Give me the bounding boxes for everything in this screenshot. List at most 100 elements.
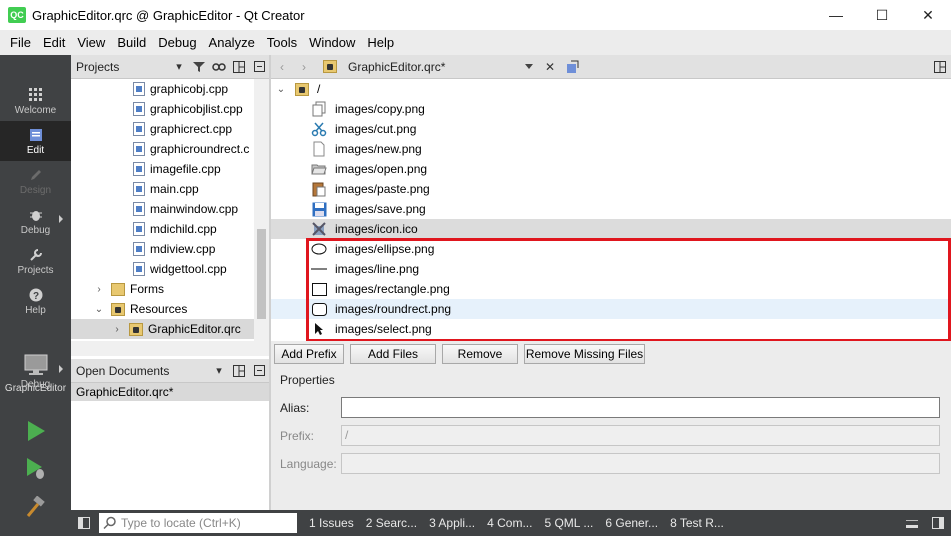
chevron-down-icon[interactable]: ▾ bbox=[209, 361, 229, 381]
open-document-item[interactable]: GraphicEditor.qrc* bbox=[71, 383, 269, 401]
chevron-right-icon[interactable]: › bbox=[91, 284, 107, 295]
menu-build[interactable]: Build bbox=[111, 35, 152, 50]
menu-help[interactable]: Help bbox=[361, 35, 400, 50]
output-pane-search[interactable]: 2 Searc... bbox=[366, 516, 417, 530]
prefix-row[interactable]: ⌄ / bbox=[271, 79, 951, 99]
resource-item-new[interactable]: images/new.png bbox=[271, 139, 951, 159]
resource-label: images/new.png bbox=[335, 142, 422, 156]
mode-projects[interactable]: Projects bbox=[0, 241, 71, 281]
resource-item-paste[interactable]: images/paste.png bbox=[271, 179, 951, 199]
new-file-icon bbox=[311, 141, 327, 157]
menu-window[interactable]: Window bbox=[303, 35, 361, 50]
project-tree-vscrollbar[interactable] bbox=[254, 79, 269, 341]
language-input[interactable] bbox=[341, 453, 940, 474]
tree-folder-forms[interactable]: › Forms bbox=[71, 279, 254, 299]
resource-item-icon[interactable]: images/icon.ico bbox=[271, 219, 951, 239]
kit-selector[interactable]: Debug bbox=[0, 345, 71, 397]
resource-label: images/paste.png bbox=[335, 182, 430, 196]
maximize-button[interactable]: ☐ bbox=[859, 0, 905, 30]
output-pane-application[interactable]: 3 Appli... bbox=[429, 516, 475, 530]
toggle-right-sidebar-icon[interactable] bbox=[925, 510, 951, 536]
mode-help[interactable]: ? Help bbox=[0, 281, 71, 321]
resource-item-ellipse[interactable]: images/ellipse.png bbox=[271, 239, 951, 259]
add-files-button[interactable]: Add Files bbox=[350, 344, 436, 364]
tree-folder-resources[interactable]: ⌄ Resources bbox=[71, 299, 254, 319]
locator-input[interactable]: Type to locate (Ctrl+K) bbox=[99, 513, 297, 533]
alias-label: Alias: bbox=[280, 401, 310, 415]
minimize-button[interactable]: — bbox=[813, 0, 859, 30]
close-button[interactable]: ✕ bbox=[905, 0, 951, 30]
bookmark-icon[interactable] bbox=[561, 56, 583, 78]
resource-item-open[interactable]: images/open.png bbox=[271, 159, 951, 179]
alias-input[interactable] bbox=[341, 397, 940, 418]
project-tree-hscrollbar[interactable] bbox=[71, 341, 269, 356]
run-button[interactable] bbox=[24, 419, 48, 443]
tree-file-item[interactable]: main.cpp bbox=[71, 179, 254, 199]
output-pane-issues[interactable]: 1 Issues bbox=[309, 516, 354, 530]
split-icon[interactable] bbox=[929, 56, 951, 78]
cpp-file-icon bbox=[133, 242, 145, 256]
close-panel-icon[interactable] bbox=[249, 57, 269, 77]
tree-file-item[interactable]: mdichild.cpp bbox=[71, 219, 254, 239]
scrollbar-thumb[interactable] bbox=[257, 229, 266, 319]
output-pane-general[interactable]: 6 Gener... bbox=[605, 516, 658, 530]
forward-icon[interactable]: › bbox=[293, 56, 315, 78]
split-icon[interactable] bbox=[229, 57, 249, 77]
tree-file-item[interactable]: imagefile.cpp bbox=[71, 159, 254, 179]
close-panel-icon[interactable] bbox=[249, 361, 269, 381]
menu-view[interactable]: View bbox=[71, 35, 111, 50]
close-document-icon[interactable]: ✕ bbox=[539, 56, 561, 78]
tree-file-item[interactable]: widgettool.cpp bbox=[71, 259, 254, 279]
document-selector[interactable]: GraphicEditor.qrc* bbox=[319, 56, 539, 78]
progress-details-icon[interactable] bbox=[899, 510, 925, 536]
chevron-down-icon[interactable]: ⌄ bbox=[273, 84, 289, 95]
chevron-down-icon[interactable] bbox=[525, 64, 533, 69]
tree-file-item[interactable]: mainwindow.cpp bbox=[71, 199, 254, 219]
remove-button[interactable]: Remove bbox=[442, 344, 518, 364]
qrc-file-icon bbox=[129, 322, 143, 336]
resource-label: images/line.png bbox=[335, 262, 420, 276]
output-pane-test-results[interactable]: 8 Test R... bbox=[670, 516, 724, 530]
link-icon[interactable] bbox=[209, 57, 229, 77]
tree-file-item[interactable]: graphicobjlist.cpp bbox=[71, 99, 254, 119]
chevron-down-icon[interactable]: ⌄ bbox=[91, 304, 107, 315]
build-button[interactable] bbox=[24, 495, 48, 519]
filter-icon[interactable] bbox=[189, 57, 209, 77]
mode-welcome[interactable]: Welcome bbox=[0, 81, 71, 121]
mode-debug[interactable]: Debug bbox=[0, 201, 71, 241]
tree-file-item[interactable]: graphicrect.cpp bbox=[71, 119, 254, 139]
debug-run-button[interactable] bbox=[24, 457, 48, 481]
menu-analyze[interactable]: Analyze bbox=[203, 35, 261, 50]
menu-tools[interactable]: Tools bbox=[261, 35, 303, 50]
resource-item-save[interactable]: images/save.png bbox=[271, 199, 951, 219]
mode-design[interactable]: Design bbox=[0, 161, 71, 201]
back-icon[interactable]: ‹ bbox=[271, 56, 293, 78]
chevron-right-icon[interactable]: › bbox=[109, 324, 125, 335]
menu-file[interactable]: File bbox=[4, 35, 37, 50]
resource-item-roundrect[interactable]: images/roundrect.png bbox=[271, 299, 951, 319]
resource-item-rectangle[interactable]: images/rectangle.png bbox=[271, 279, 951, 299]
chevron-down-icon[interactable]: ▾ bbox=[169, 57, 189, 77]
toggle-sidebar-icon[interactable] bbox=[71, 510, 97, 536]
chevron-right-icon bbox=[59, 365, 63, 373]
menu-edit[interactable]: Edit bbox=[37, 35, 71, 50]
prefix-input[interactable]: / bbox=[341, 425, 940, 446]
tree-file-item[interactable]: graphicroundrect.c bbox=[71, 139, 254, 159]
add-prefix-button[interactable]: Add Prefix bbox=[274, 344, 344, 364]
tree-file-item[interactable]: graphicobj.cpp bbox=[71, 79, 254, 99]
open-documents-title[interactable]: Open Documents bbox=[76, 364, 209, 378]
tree-qrc-item[interactable]: › GraphicEditor.qrc bbox=[71, 319, 254, 339]
resource-item-copy[interactable]: images/copy.png bbox=[271, 99, 951, 119]
resource-item-select[interactable]: images/select.png bbox=[271, 319, 951, 339]
split-icon[interactable] bbox=[229, 361, 249, 381]
menu-debug[interactable]: Debug bbox=[152, 35, 202, 50]
remove-missing-files-button[interactable]: Remove Missing Files bbox=[524, 344, 645, 364]
projects-panel-title[interactable]: Projects bbox=[76, 60, 169, 74]
resource-item-cut[interactable]: images/cut.png bbox=[271, 119, 951, 139]
output-pane-qml[interactable]: 5 QML ... bbox=[544, 516, 593, 530]
output-pane-compile[interactable]: 4 Com... bbox=[487, 516, 532, 530]
window-title: GraphicEditor.qrc @ GraphicEditor - Qt C… bbox=[32, 7, 305, 23]
resource-item-line[interactable]: images/line.png bbox=[271, 259, 951, 279]
mode-edit[interactable]: Edit bbox=[0, 121, 71, 161]
tree-file-item[interactable]: mdiview.cpp bbox=[71, 239, 254, 259]
